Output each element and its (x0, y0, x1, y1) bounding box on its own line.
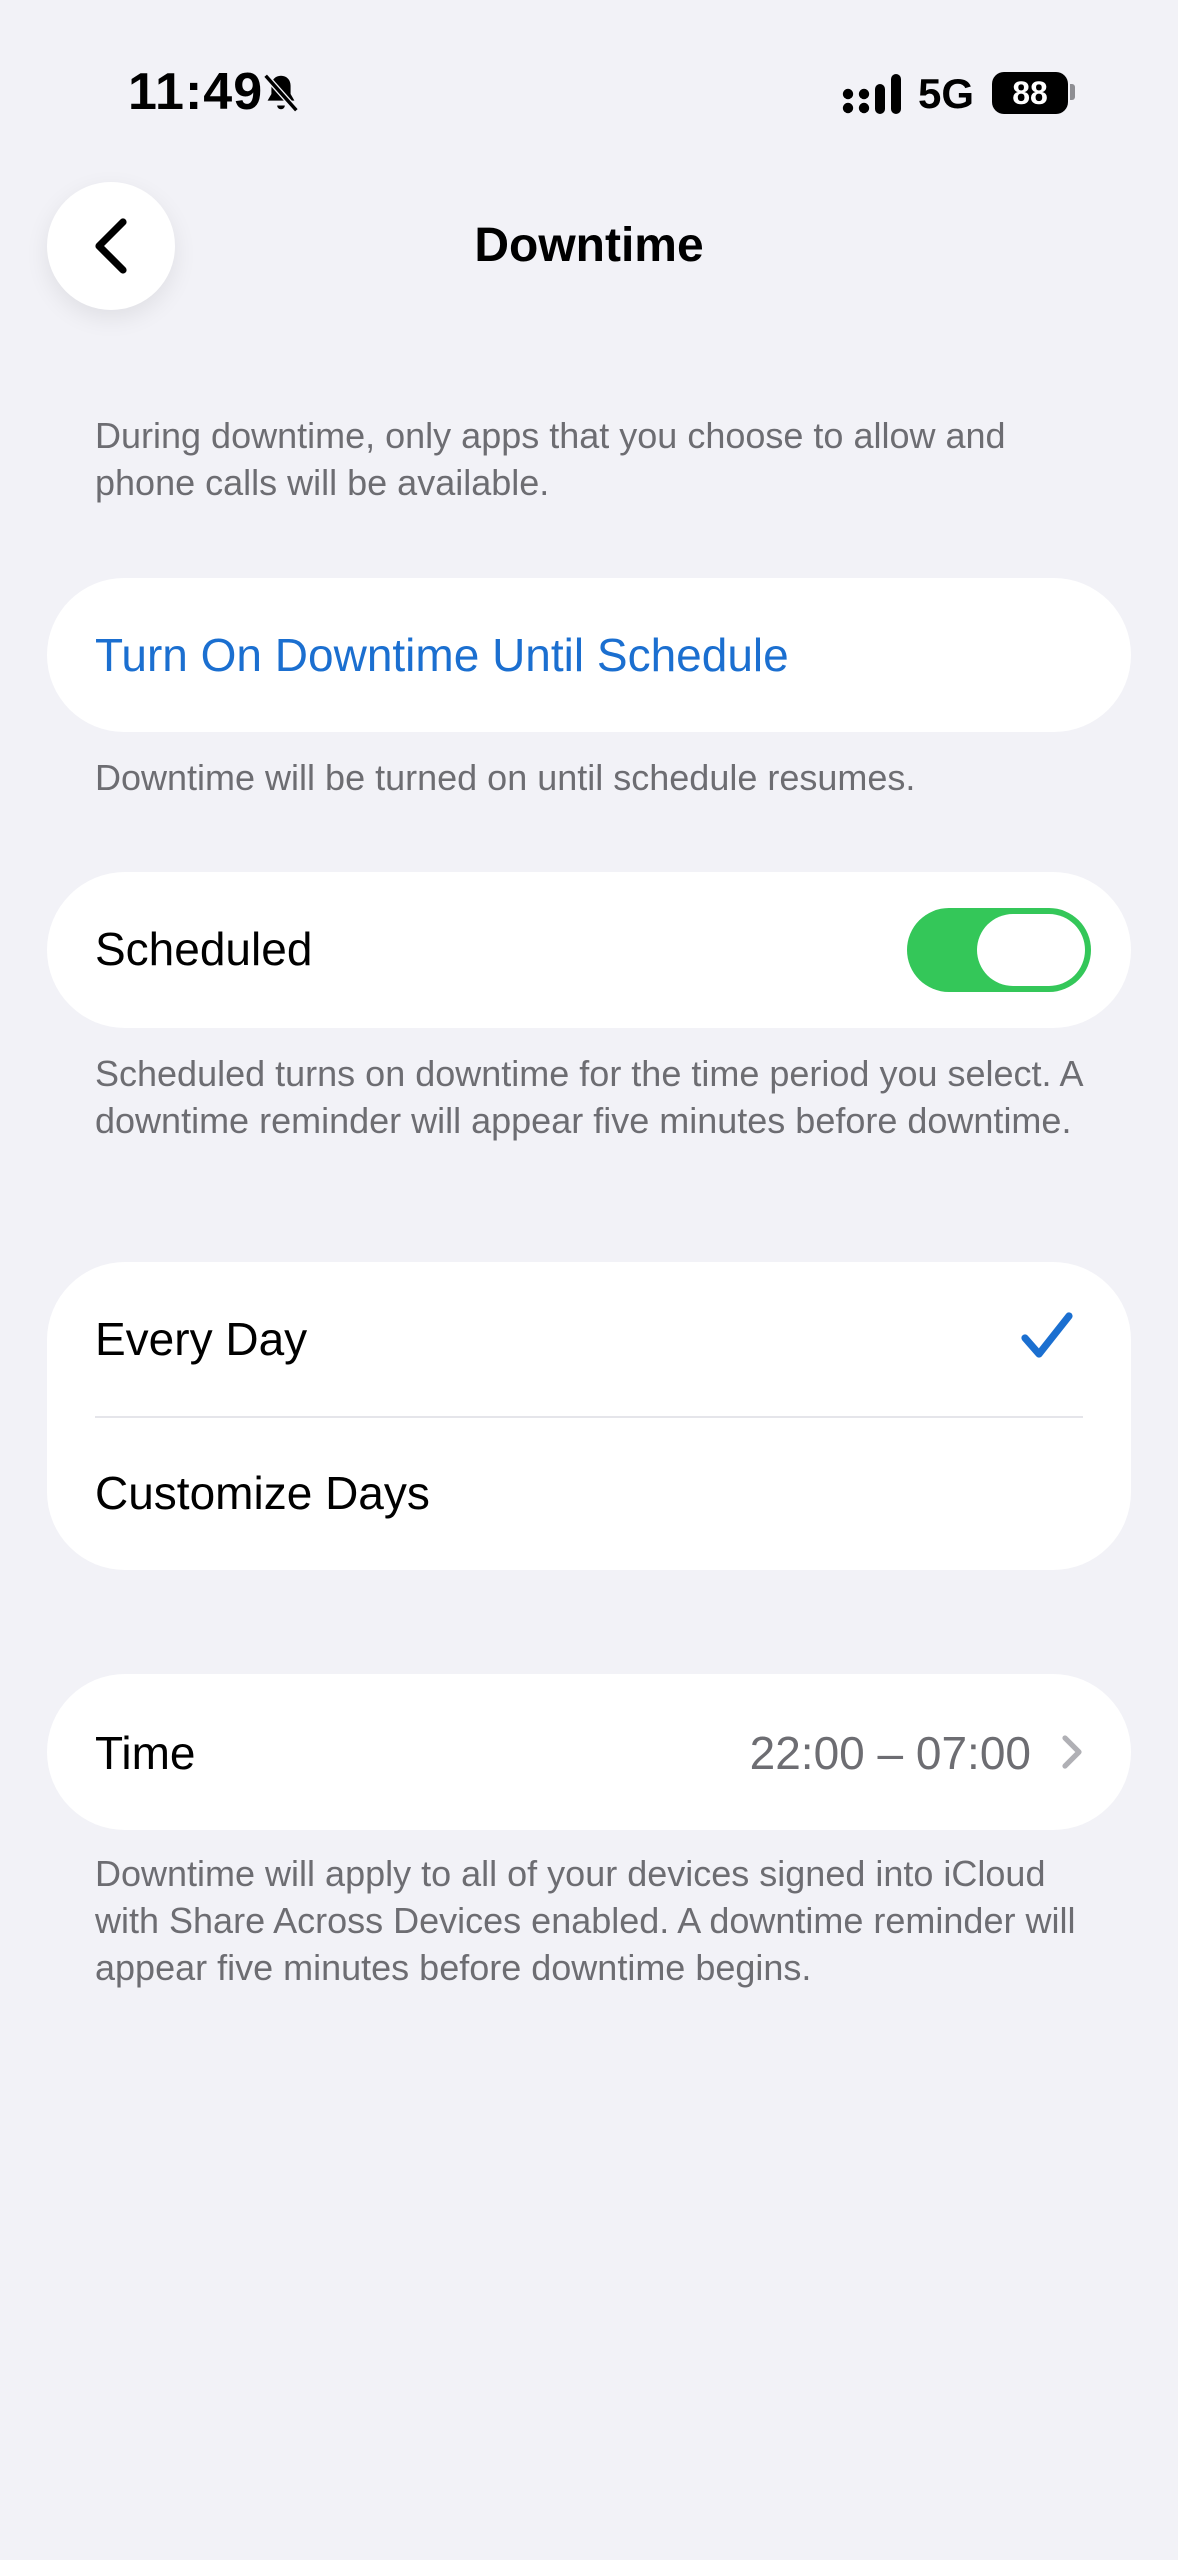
intro-text: During downtime, only apps that you choo… (95, 415, 1006, 503)
scheduled-footnote: Scheduled turns on downtime for the time… (95, 1053, 1082, 1141)
signal-icon (842, 74, 901, 114)
chevron-right-icon (1062, 1735, 1082, 1769)
time-row[interactable]: Time 22:00 – 07:00 (47, 1674, 1131, 1830)
status-bar: 11:49 5G 88 (0, 0, 1178, 190)
scheduled-toggle[interactable] (907, 908, 1091, 992)
status-time: 11:49 (128, 63, 264, 121)
scheduled-row: Scheduled (47, 872, 1131, 1028)
option-label: Every Day (95, 1313, 308, 1365)
time-value: 22:00 – 07:00 (749, 1727, 1031, 1779)
toggle-knob (977, 914, 1085, 986)
turn-on-downtime-button[interactable]: Turn On Downtime Until Schedule (47, 578, 1131, 732)
option-label: Customize Days (95, 1467, 430, 1519)
days-options-group: Every Day Customize Days (47, 1262, 1131, 1570)
page-title: Downtime (474, 219, 704, 272)
turn-on-downtime-label: Turn On Downtime Until Schedule (95, 629, 789, 681)
scheduled-label: Scheduled (95, 923, 313, 975)
network-label: 5G (918, 70, 975, 117)
battery-cap (1070, 84, 1075, 100)
bell-slash-icon (263, 73, 299, 113)
time-label: Time (95, 1727, 196, 1779)
option-every-day[interactable]: Every Day (47, 1262, 1131, 1416)
time-footnote: Downtime will apply to all of your devic… (95, 1853, 1076, 1988)
option-customize-days[interactable]: Customize Days (47, 1416, 1131, 1570)
turn-on-footnote: Downtime will be turned on until schedul… (95, 757, 916, 798)
battery-indicator: 88 (992, 72, 1068, 114)
checkmark-icon (1021, 1312, 1073, 1358)
